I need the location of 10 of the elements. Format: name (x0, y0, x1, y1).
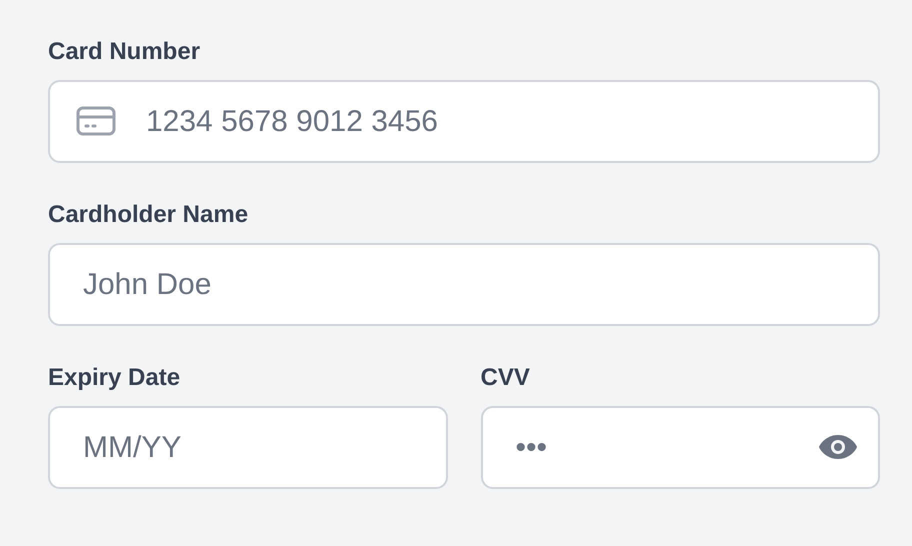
input-field[interactable]: ••• (480, 406, 880, 489)
field-label: CVV (480, 363, 531, 393)
input-field[interactable]: 1234 5678 9012 3456 (48, 80, 880, 163)
credit-card-icon (76, 105, 116, 137)
field-label: Cardholder Name (48, 200, 250, 230)
input-field[interactable]: John Doe (48, 243, 880, 326)
field-label: Expiry Date (48, 363, 182, 393)
input-field[interactable]: MM/YY (48, 406, 448, 489)
field-label: Card Number (48, 37, 202, 67)
eye-icon[interactable] (818, 433, 858, 461)
